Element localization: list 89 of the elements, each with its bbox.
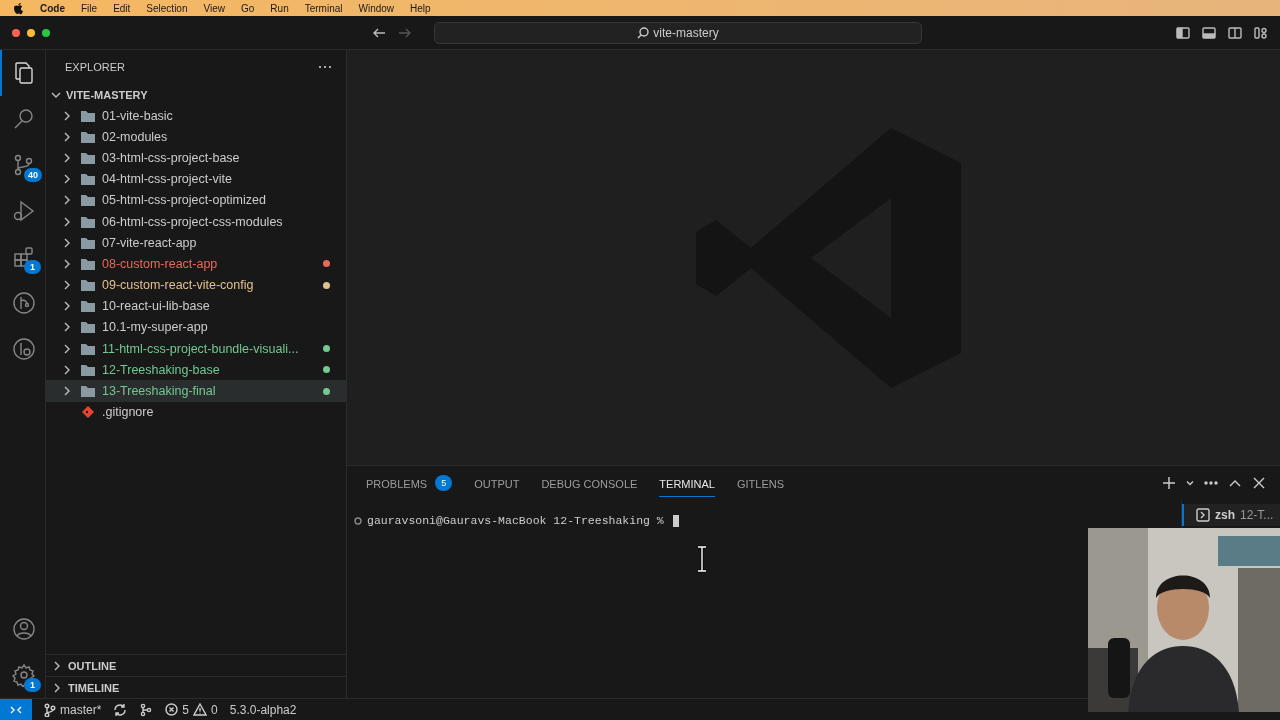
- panel-tab[interactable]: GITLENS: [737, 469, 785, 497]
- tree-item[interactable]: 09-custom-react-vite-config: [46, 274, 346, 296]
- folder-icon: [80, 299, 96, 314]
- menu-item[interactable]: Window: [358, 2, 395, 14]
- folder-icon: [80, 193, 96, 208]
- git-graph-icon[interactable]: [139, 702, 154, 717]
- folder-icon: [80, 108, 96, 123]
- menu-item[interactable]: Edit: [113, 2, 131, 14]
- terminal-icon: [1196, 508, 1210, 522]
- count-badge: 1: [24, 678, 41, 692]
- tree-item[interactable]: 05-html-css-project-optimized: [46, 189, 346, 211]
- tree-item[interactable]: 02-modules: [46, 126, 346, 148]
- folder-icon: [80, 320, 96, 335]
- back-arrow-icon[interactable]: [372, 26, 386, 39]
- menu-item[interactable]: Run: [270, 2, 289, 14]
- terminal-list-item[interactable]: zsh 12-T...: [1182, 504, 1280, 526]
- folder-header[interactable]: VITE-MASTERY: [46, 84, 346, 105]
- close-button[interactable]: [12, 28, 20, 37]
- folder-icon: [80, 129, 96, 144]
- git-inspect-icon[interactable]: [11, 337, 36, 361]
- folder-icon: [80, 362, 96, 377]
- folder-icon: [80, 341, 96, 356]
- count-badge: 40: [24, 168, 42, 182]
- error-icon: [165, 703, 179, 716]
- sidebar-title: EXPLORER: [65, 61, 125, 73]
- tree-item[interactable]: 01-vite-basic: [46, 105, 346, 127]
- forward-arrow-icon[interactable]: [398, 26, 412, 39]
- split-editor-icon[interactable]: [1228, 26, 1242, 39]
- menu-item[interactable]: Help: [410, 2, 431, 14]
- run-debug-icon[interactable]: [11, 199, 36, 223]
- tree-item[interactable]: 12-Treeshaking-base: [46, 359, 346, 381]
- tree-item[interactable]: 06-html-css-project-css-modules: [46, 210, 346, 233]
- folder-icon: [80, 384, 96, 399]
- search-icon: [637, 26, 650, 39]
- search-text: vite-mastery: [653, 25, 719, 40]
- panel-tab[interactable]: OUTPUT: [474, 469, 520, 497]
- extensions-icon[interactable]: [11, 245, 36, 269]
- menu-item[interactable]: Selection: [146, 2, 188, 14]
- tree-item[interactable]: 13-Treeshaking-final: [46, 380, 346, 402]
- count-badge: 5: [435, 475, 453, 491]
- problems-button[interactable]: 5 0: [165, 702, 218, 717]
- apple-logo-icon: [12, 1, 24, 15]
- branch-icon: [44, 702, 56, 717]
- tree-item[interactable]: .gitignore: [46, 401, 346, 423]
- section-header[interactable]: OUTLINE: [46, 654, 346, 676]
- minimize-button[interactable]: [27, 28, 35, 37]
- menu-item[interactable]: File: [81, 2, 98, 14]
- folder-icon: [80, 278, 96, 293]
- settings-icon[interactable]: [11, 663, 36, 687]
- command-status-icon: [354, 516, 362, 525]
- folder-icon: [80, 256, 96, 271]
- app-menu[interactable]: Code: [40, 2, 65, 14]
- count-badge: 1: [24, 260, 41, 274]
- close-icon[interactable]: [1252, 476, 1266, 490]
- dropdown-caret-icon[interactable]: [1186, 479, 1194, 487]
- panel-tab[interactable]: PROBLEMS: [366, 469, 428, 497]
- tree-item[interactable]: 04-html-css-project-vite: [46, 168, 346, 190]
- command-search[interactable]: vite-mastery: [434, 21, 922, 44]
- sidebar-toggle-icon[interactable]: [1176, 26, 1190, 39]
- terminal-cursor: [672, 514, 679, 527]
- more-icon[interactable]: [318, 65, 332, 69]
- tree-item[interactable]: 08-custom-react-app: [46, 253, 346, 275]
- folder-icon: [80, 172, 96, 187]
- terminal-prompt: gauravsoni@Gauravs-MacBook 12-Treeshaking %: [367, 514, 664, 527]
- panel-tab[interactable]: TERMINAL: [659, 469, 715, 497]
- branch-button[interactable]: master*: [44, 702, 102, 717]
- new-terminal-icon[interactable]: [1162, 476, 1176, 490]
- text-cursor-icon: [695, 545, 709, 573]
- sync-icon[interactable]: [113, 702, 128, 717]
- zoom-button[interactable]: [42, 28, 50, 37]
- warning-icon: [193, 703, 208, 716]
- panel-toggle-icon[interactable]: [1202, 26, 1216, 39]
- folder-icon: [80, 150, 96, 165]
- customize-layout-icon[interactable]: [1254, 26, 1268, 39]
- folder-icon: [80, 235, 96, 250]
- menu-item[interactable]: View: [203, 2, 225, 14]
- menu-item[interactable]: Terminal: [304, 2, 343, 14]
- folder-icon: [80, 214, 96, 229]
- menu-item[interactable]: Go: [241, 2, 255, 14]
- panel-tab[interactable]: DEBUG CONSOLE: [541, 469, 638, 497]
- tree-item[interactable]: 10.1-my-super-app: [46, 316, 346, 339]
- tree-item[interactable]: 11-html-css-project-bundle-visuali...: [46, 338, 346, 360]
- version-label[interactable]: 5.3.0-alpha2: [229, 702, 297, 717]
- git-file-icon: [80, 405, 96, 420]
- git-graph-icon[interactable]: [11, 291, 36, 315]
- tree-item[interactable]: 10-react-ui-lib-base: [46, 295, 346, 317]
- account-icon[interactable]: [11, 617, 36, 641]
- tree-item[interactable]: 03-html-css-project-base: [46, 147, 346, 169]
- tree-item[interactable]: 07-vite-react-app: [46, 232, 346, 254]
